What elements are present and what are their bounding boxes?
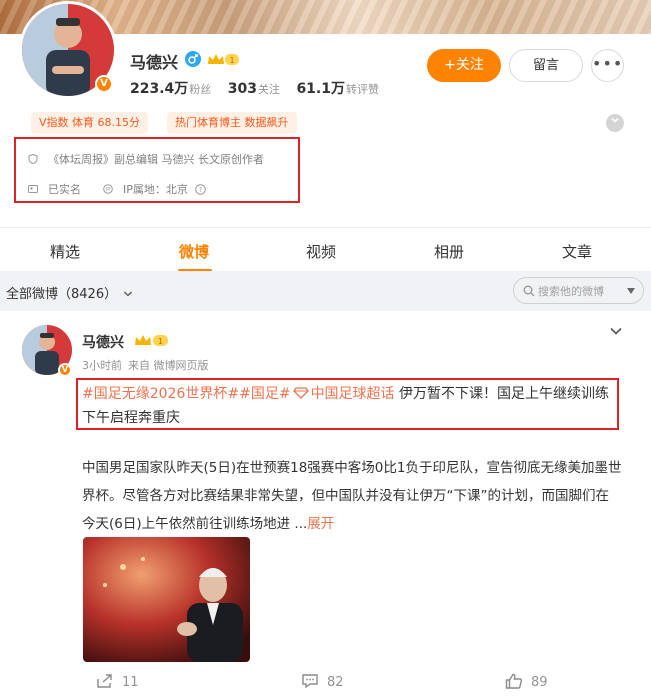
like-button[interactable]: 89: [505, 673, 548, 690]
message-button[interactable]: 留言: [509, 49, 583, 82]
profile-card: V 马德兴 1 223.4万粉丝 303关注 61.1万转评赞 +关注 留言 •…: [0, 0, 651, 271]
post-author-name[interactable]: 马德兴: [82, 332, 124, 352]
following-count[interactable]: 303: [228, 81, 257, 97]
post-body: 中国男足国家队昨天(5日)在世预赛18强赛中客场0比1负于印尼队，宣告彻底无缘美…: [82, 454, 622, 538]
post-actions: 11 82 89: [0, 669, 651, 695]
tab-articles[interactable]: 文章: [562, 241, 592, 262]
post-image[interactable]: [83, 537, 250, 662]
repost-icon: [97, 674, 112, 688]
expand-link[interactable]: 展开: [307, 516, 334, 532]
svg-text:1: 1: [158, 337, 163, 346]
post-meta: 3小时前 来自 微博网页版: [82, 357, 215, 373]
all-weibo-dropdown[interactable]: 全部微博（8426）: [6, 283, 133, 302]
tab-weibo[interactable]: 微博: [179, 241, 209, 262]
profile-tabs: 精选 微博 视频 相册 文章: [0, 227, 651, 271]
comment-count: 82: [327, 675, 344, 690]
male-gender-icon: [185, 51, 201, 67]
profile-name: 马德兴: [130, 53, 179, 72]
post-verified-badge-icon: V: [58, 363, 72, 377]
reposts-label: 转评赞: [345, 83, 379, 96]
post-body-text: 中国男足国家队昨天(5日)在世预赛18强赛中客场0比1负于印尼队，宣告彻底无缘美…: [82, 460, 622, 532]
vip-crown-icon: 1: [135, 335, 168, 346]
search-icon: [523, 285, 535, 297]
followers-count[interactable]: 223.4万: [130, 81, 188, 97]
search-placeholder: 搜索他的微博: [538, 285, 604, 298]
repost-button[interactable]: 11: [96, 673, 139, 690]
chevron-down-icon[interactable]: [609, 326, 623, 336]
highlight-box-topics: [76, 378, 619, 430]
follow-button[interactable]: +关注: [427, 49, 501, 82]
comment-icon: [302, 674, 318, 689]
highlight-box-profile: [14, 137, 300, 203]
like-count: 89: [531, 675, 548, 690]
chevron-down-icon[interactable]: [606, 114, 624, 132]
search-dropdown-caret-icon[interactable]: [627, 288, 635, 294]
post-time[interactable]: 3小时前: [82, 359, 122, 372]
profile-stats: 223.4万粉丝 303关注 61.1万转评赞: [130, 78, 391, 98]
reposts-count: 61.1万: [296, 81, 345, 97]
repost-count: 11: [122, 675, 139, 690]
hot-blogger-tag[interactable]: 热门体育博主 数据飙升: [167, 112, 297, 134]
post-card: V 马德兴 1 3小时前 来自 微博网页版 #国足无缘2026世界杯##国足# 中国…: [0, 311, 651, 698]
v-index-tag[interactable]: V指数 体育 68.15分: [31, 112, 149, 134]
post-source: 来自 微博网页版: [128, 359, 209, 372]
more-options-button[interactable]: •••: [591, 49, 624, 82]
filter-bar: 全部微博（8426） 搜索他的微博: [0, 271, 651, 311]
following-label: 关注: [257, 83, 280, 96]
tab-album[interactable]: 相册: [434, 241, 464, 262]
search-input[interactable]: 搜索他的微博: [513, 277, 644, 304]
all-weibo-label: 全部微博（8426）: [6, 287, 118, 302]
vip-crown-icon: 1: [208, 54, 239, 65]
tab-featured[interactable]: 精选: [50, 241, 80, 262]
svg-text:1: 1: [229, 56, 234, 65]
tab-video[interactable]: 视频: [306, 241, 336, 262]
thumbs-up-icon: [505, 673, 523, 689]
comment-button[interactable]: 82: [301, 673, 344, 690]
chevron-down-icon: [124, 291, 133, 297]
followers-label: 粉丝: [189, 83, 212, 96]
verified-badge-icon: V: [95, 75, 113, 93]
